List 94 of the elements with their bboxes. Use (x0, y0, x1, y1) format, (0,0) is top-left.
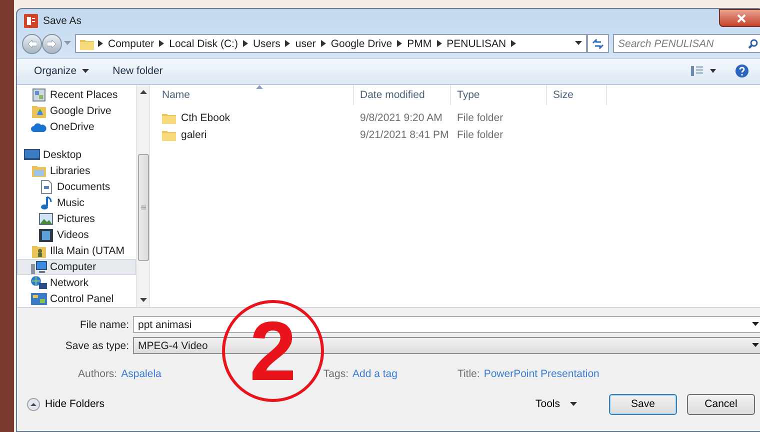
collapse-icon (27, 398, 40, 410)
film-icon (39, 228, 53, 242)
breadcrumb-item[interactable]: Local Disk (C:) (168, 38, 239, 50)
step-number-annotation: 2 (222, 300, 324, 402)
library-icon (32, 165, 46, 177)
forward-button[interactable] (42, 34, 62, 54)
help-icon[interactable] (735, 64, 749, 78)
scrollbar-thumb[interactable] (138, 154, 148, 261)
nav-item[interactable]: Network (17, 275, 136, 291)
search-field[interactable]: Search PENULISAN (613, 34, 760, 54)
dropdown-icon[interactable] (752, 322, 759, 327)
network-icon (31, 276, 47, 290)
column-header[interactable]: Size (547, 85, 607, 105)
file-name-cell[interactable]: Cth Ebook (156, 109, 354, 126)
nav-item[interactable]: Pictures (17, 211, 136, 227)
nav-item[interactable]: Desktop (17, 147, 136, 163)
back-button[interactable] (22, 34, 42, 54)
field-label: File name: (78, 318, 130, 330)
back-arrow-icon (27, 40, 37, 48)
breadcrumb-item[interactable]: Computer (107, 38, 156, 50)
address-bar[interactable]: Computer Local Disk (C:) Users user Google Drive PMM PENULISAN (75, 34, 587, 54)
scrollbar[interactable] (136, 85, 149, 307)
hide-folders-button[interactable]: Hide Folders (27, 398, 105, 410)
window-title: Save As (43, 14, 82, 27)
tools-button[interactable]: Tools (529, 397, 583, 411)
view-options-icon[interactable] (691, 66, 717, 76)
breadcrumb-item[interactable]: Users (252, 38, 282, 50)
scroll-down-icon[interactable] (140, 298, 146, 302)
breadcrumb-item[interactable]: Google Drive (330, 38, 394, 50)
scroll-up-icon[interactable] (140, 90, 146, 94)
document-icon (40, 180, 52, 194)
type-cell-text: File folder (456, 128, 504, 142)
metadata-label: Tags: (323, 368, 348, 380)
metadata-value[interactable]: PowerPoint Presentation (484, 368, 600, 380)
nav-item[interactable]: Computer (17, 259, 136, 275)
type-cell-text: File folder (456, 110, 504, 126)
field-label: Save as type: (64, 340, 130, 352)
column-header[interactable]: Date modified (354, 85, 451, 105)
nav-item[interactable]: Control Panel (17, 291, 136, 307)
breadcrumb-item[interactable]: user (294, 38, 317, 50)
metadata-value[interactable]: Add a tag (352, 368, 398, 380)
chevron-icon[interactable] (436, 40, 442, 48)
column-header[interactable]: Type (451, 85, 547, 105)
recent-places-icon (32, 88, 46, 102)
close-icon (736, 14, 746, 22)
caret-icon (570, 402, 577, 406)
nav-item[interactable]: Libraries (17, 163, 136, 179)
chevron-icon[interactable] (285, 40, 290, 48)
date-cell-text: 9/8/2021 9:20 AM (359, 110, 444, 126)
chevron-icon[interactable] (511, 40, 516, 48)
metadata-value[interactable]: Aspalela (121, 368, 162, 380)
dropdown-icon (752, 343, 759, 348)
chevron-icon[interactable] (159, 40, 164, 48)
picture-icon (39, 213, 53, 225)
cloud-icon (31, 122, 47, 132)
app-icon (24, 14, 38, 28)
nav-item[interactable]: OneDrive (17, 119, 136, 135)
desktop-icon (24, 149, 40, 161)
nav-item[interactable]: Documents (17, 179, 136, 195)
breadcrumb-item[interactable]: PMM (406, 38, 433, 50)
nav-item[interactable]: Recent Places (17, 87, 136, 103)
control-panel-icon (31, 293, 47, 305)
toolbar-button[interactable]: New folder (104, 62, 172, 80)
nav-item[interactable]: Illa Main (UTAM (17, 243, 136, 259)
breadcrumb-item[interactable]: PENULISAN (446, 38, 508, 50)
date-cell-text: 9/21/2021 8:41 PM (359, 128, 450, 142)
folder-icon (80, 38, 94, 50)
search-icon (748, 38, 758, 49)
nav-item[interactable]: Music (17, 195, 136, 211)
chevron-icon[interactable] (320, 40, 326, 48)
folder-drive-icon (32, 104, 46, 118)
refresh-icon (592, 38, 604, 49)
save-button[interactable]: Save (609, 394, 677, 414)
close-button[interactable] (719, 9, 760, 27)
sort-arrow-icon (256, 85, 263, 89)
metadata-label: Title: (457, 368, 480, 380)
file-name-cell[interactable]: galeri (156, 126, 354, 143)
dropdown-icon[interactable] (575, 41, 582, 46)
forward-arrow-icon (47, 40, 57, 48)
folder-icon (162, 128, 176, 140)
nav-item[interactable]: Google Drive (17, 103, 136, 119)
chevron-icon[interactable] (242, 40, 248, 48)
metadata-label: Authors: (78, 368, 118, 380)
refresh-button[interactable] (587, 34, 609, 54)
music-note-icon (40, 196, 52, 210)
toolbar-button[interactable]: Organize (25, 62, 98, 80)
chevron-icon[interactable] (397, 40, 402, 48)
cancel-button[interactable]: Cancel (687, 394, 755, 414)
folder-icon (162, 112, 176, 124)
column-header[interactable]: Name (156, 85, 354, 105)
user-folder-icon (32, 244, 46, 258)
chevron-icon[interactable] (98, 40, 103, 48)
computer-icon (31, 260, 47, 274)
nav-item[interactable]: Videos (17, 227, 136, 243)
